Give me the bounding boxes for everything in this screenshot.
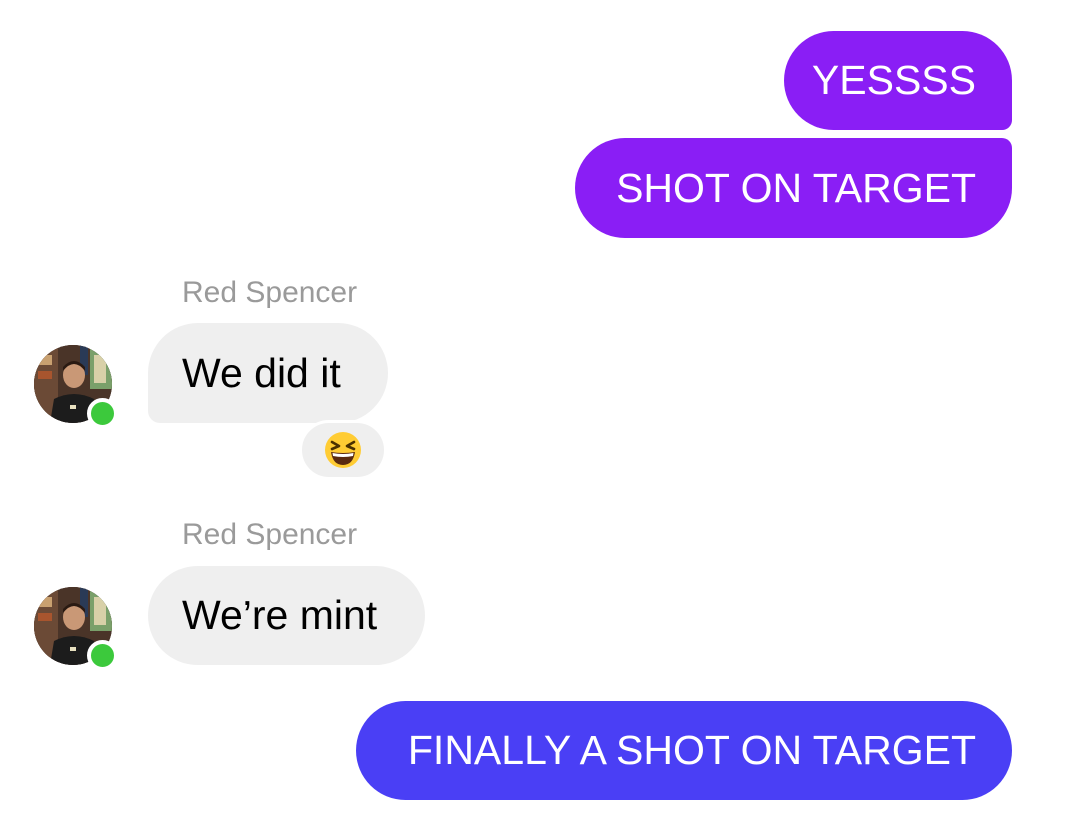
incoming-message-bubble[interactable]: We did it xyxy=(148,323,388,423)
message-text: We did it xyxy=(182,349,341,396)
outgoing-message-bubble[interactable]: SHOT ON TARGET xyxy=(575,138,1012,238)
sender-name: Red Spencer xyxy=(182,518,358,551)
online-status-dot xyxy=(87,398,118,429)
outgoing-message-bubble[interactable]: YESSSS xyxy=(784,31,1012,130)
outgoing-message-bubble[interactable]: FINALLY A SHOT ON TARGET xyxy=(356,701,1012,800)
message-text: We’re mint xyxy=(182,592,378,638)
incoming-message-bubble[interactable]: We’re mint xyxy=(148,566,425,665)
message-text: FINALLY A SHOT ON TARGET xyxy=(407,727,976,773)
online-status-dot xyxy=(87,640,118,671)
message-reaction[interactable] xyxy=(299,420,387,480)
message-text: YESSSS xyxy=(811,57,976,103)
avatar[interactable] xyxy=(34,345,118,429)
message-text: SHOT ON TARGET xyxy=(616,164,976,211)
laughing-face-emoji-icon xyxy=(325,432,361,468)
avatar[interactable] xyxy=(34,587,118,671)
sender-name: Red Spencer xyxy=(182,276,358,309)
